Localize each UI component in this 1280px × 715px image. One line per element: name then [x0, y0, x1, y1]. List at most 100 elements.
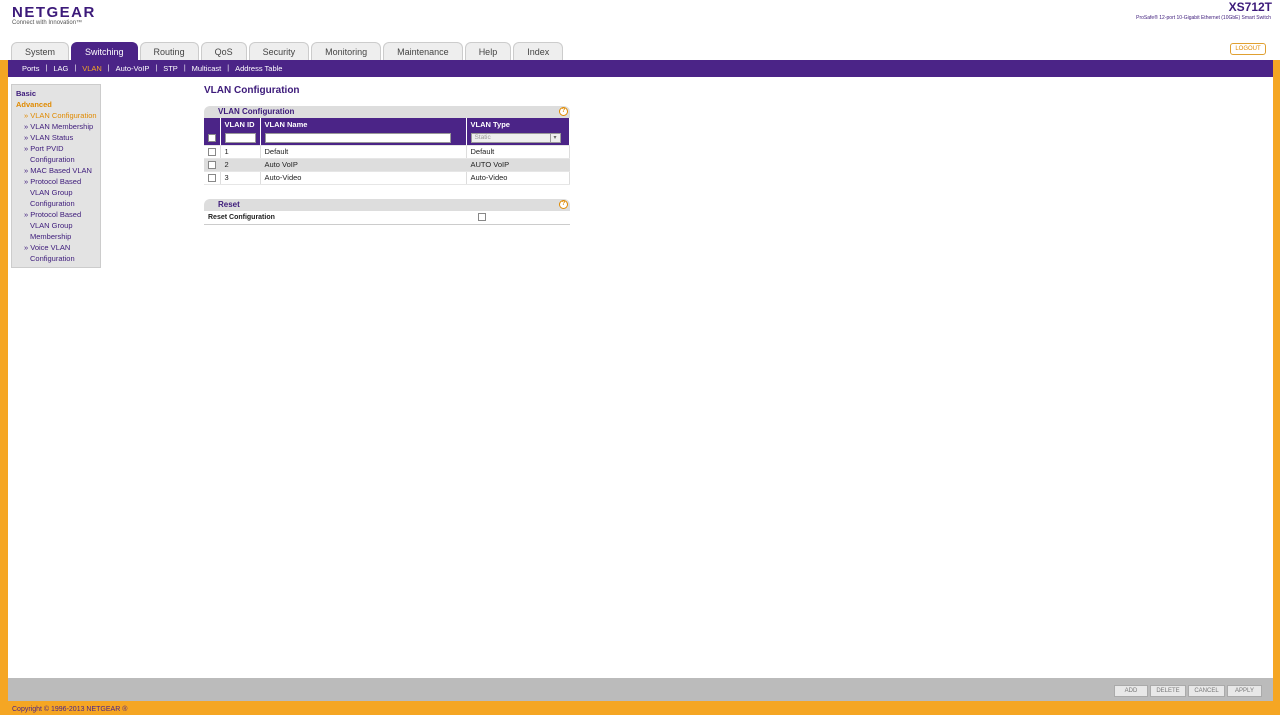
row-checkbox[interactable] — [208, 174, 216, 182]
input-cell: Static ▾ — [466, 131, 570, 146]
logout-button[interactable]: LOGOUT — [1230, 43, 1266, 55]
vlan-name-input[interactable] — [264, 132, 451, 143]
menu-basic[interactable]: Basic — [12, 88, 100, 99]
model-description: ProSafe® 12-port 10-Gigabit Ethernet (10… — [1136, 15, 1271, 21]
chevron-down-icon[interactable]: ▾ — [549, 133, 560, 142]
subnav-auto-voip[interactable]: Auto-VoIP — [116, 64, 150, 73]
sub-navigation: Ports | LAG | VLAN | Auto-VoIP | STP | M… — [8, 60, 1273, 77]
subnav-separator: | — [183, 65, 186, 72]
subnav-separator: | — [74, 65, 77, 72]
table-header-row: VLAN ID VLAN Name VLAN Type — [204, 118, 570, 131]
menu-vlan-membership[interactable]: » VLAN Membership — [12, 121, 100, 132]
panel-header: VLAN Configuration ? — [204, 106, 570, 118]
panel-title: VLAN Configuration — [218, 107, 295, 116]
header: NETGEAR Connect with Innovation™ XS712T … — [0, 0, 1280, 60]
menu-protocol-group-membership-cont[interactable]: VLAN Group — [12, 220, 100, 231]
subnav-address-table[interactable]: Address Table — [235, 64, 282, 73]
help-icon[interactable]: ? — [559, 107, 568, 116]
left-menu: Basic Advanced » VLAN Configuration » VL… — [11, 84, 101, 268]
subnav-lag[interactable]: LAG — [53, 64, 68, 73]
reset-row: Reset Configuration — [204, 211, 570, 225]
subnav-vlan[interactable]: VLAN — [82, 64, 102, 73]
delete-button[interactable]: DELETE — [1150, 685, 1186, 697]
row-checkbox[interactable] — [208, 161, 216, 169]
add-button[interactable]: ADD — [1114, 685, 1148, 697]
subnav-stp[interactable]: STP — [163, 64, 178, 73]
menu-advanced[interactable]: Advanced — [12, 99, 100, 110]
subnav-multicast[interactable]: Multicast — [192, 64, 222, 73]
tab-maintenance[interactable]: Maintenance — [383, 42, 463, 60]
menu-port-pvid-cont[interactable]: Configuration — [12, 154, 100, 165]
vlan-id-input[interactable] — [224, 132, 256, 143]
menu-port-pvid[interactable]: » Port PVID — [12, 143, 100, 154]
tagline: Connect with Innovation™ — [12, 20, 83, 26]
cell-vlan-type: Default — [466, 145, 570, 159]
subnav-separator: | — [155, 65, 158, 72]
tab-switching[interactable]: Switching — [71, 42, 138, 60]
menu-protocol-group-config-cont[interactable]: VLAN Group — [12, 187, 100, 198]
input-cell — [260, 131, 467, 146]
menu-vlan-status[interactable]: » VLAN Status — [12, 132, 100, 143]
help-icon[interactable]: ? — [559, 200, 568, 209]
menu-mac-based-vlan[interactable]: » MAC Based VLAN — [12, 165, 100, 176]
table-cell — [204, 158, 221, 172]
select-all-checkbox[interactable] — [208, 134, 216, 143]
column-header-vlan-id: VLAN ID — [220, 118, 261, 131]
tab-monitoring[interactable]: Monitoring — [311, 42, 382, 60]
cell-vlan-type: AUTO VoIP — [466, 158, 570, 172]
bottom-action-bar: ADD DELETE CANCEL APPLY — [8, 678, 1273, 701]
cancel-button[interactable]: CANCEL — [1188, 685, 1225, 697]
cell-vlan-id: 3 — [220, 171, 261, 185]
model-name: XS712T — [1228, 0, 1272, 14]
menu-voice-vlan[interactable]: » Voice VLAN — [12, 242, 100, 253]
copyright-footer: Copyright © 1996-2013 NETGEAR ® — [12, 706, 128, 713]
table-row: 3 Auto-Video Auto-Video — [204, 171, 570, 185]
cell-vlan-id: 2 — [220, 158, 261, 172]
cell-vlan-name: Default — [260, 145, 467, 159]
panel-title: Reset — [218, 200, 240, 209]
subnav-separator: | — [227, 65, 230, 72]
panel-header: Reset ? — [204, 199, 570, 211]
tab-index[interactable]: Index — [513, 42, 564, 60]
reset-configuration-label: Reset Configuration — [208, 214, 275, 221]
menu-voice-vlan-cont[interactable]: Configuration — [12, 253, 100, 264]
table-cell — [204, 145, 221, 159]
select-column-header — [204, 118, 221, 131]
vlan-table: VLAN ID VLAN Name VLAN Type Static ▾ 1 De… — [204, 118, 570, 185]
input-cell — [220, 131, 261, 146]
reset-configuration-checkbox[interactable] — [478, 213, 486, 221]
vlan-type-select[interactable]: Static ▾ — [470, 132, 561, 143]
vlan-configuration-panel: VLAN Configuration ? VLAN ID VLAN Name V… — [204, 106, 570, 185]
row-checkbox[interactable] — [208, 148, 216, 156]
cell-vlan-name: Auto VoIP — [260, 158, 467, 172]
cell-vlan-type: Auto-Video — [466, 171, 570, 185]
table-row: 1 Default Default — [204, 145, 570, 159]
subnav-separator: | — [107, 65, 110, 72]
netgear-logo[interactable]: NETGEAR — [12, 4, 96, 21]
subnav-ports[interactable]: Ports — [22, 64, 40, 73]
tab-security[interactable]: Security — [248, 42, 310, 60]
cell-vlan-name: Auto-Video — [260, 171, 467, 185]
menu-protocol-group-membership[interactable]: » Protocol Based — [12, 209, 100, 220]
input-cell — [204, 131, 221, 146]
cell-vlan-id: 1 — [220, 145, 261, 159]
menu-protocol-group-config-cont2[interactable]: Configuration — [12, 198, 100, 209]
menu-vlan-configuration[interactable]: » VLAN Configuration — [12, 110, 100, 121]
subnav-separator: | — [45, 65, 48, 72]
page-title: VLAN Configuration — [204, 85, 300, 96]
column-header-vlan-name: VLAN Name — [260, 118, 467, 131]
vlan-type-select-value: Static — [474, 133, 491, 141]
tab-qos[interactable]: QoS — [200, 42, 247, 60]
main-tabs: System Switching Routing QoS Security Mo… — [11, 42, 564, 60]
menu-protocol-group-membership-cont2[interactable]: Membership — [12, 231, 100, 242]
content-area: Basic Advanced » VLAN Configuration » VL… — [8, 77, 1273, 678]
tab-help[interactable]: Help — [464, 42, 512, 60]
tab-routing[interactable]: Routing — [139, 42, 199, 60]
table-row: 2 Auto VoIP AUTO VoIP — [204, 158, 570, 172]
reset-panel: Reset ? Reset Configuration — [204, 199, 570, 225]
tab-system[interactable]: System — [11, 42, 70, 60]
input-row: Static ▾ — [204, 131, 570, 146]
apply-button[interactable]: APPLY — [1227, 685, 1262, 697]
menu-protocol-group-config[interactable]: » Protocol Based — [12, 176, 100, 187]
table-cell — [204, 171, 221, 185]
